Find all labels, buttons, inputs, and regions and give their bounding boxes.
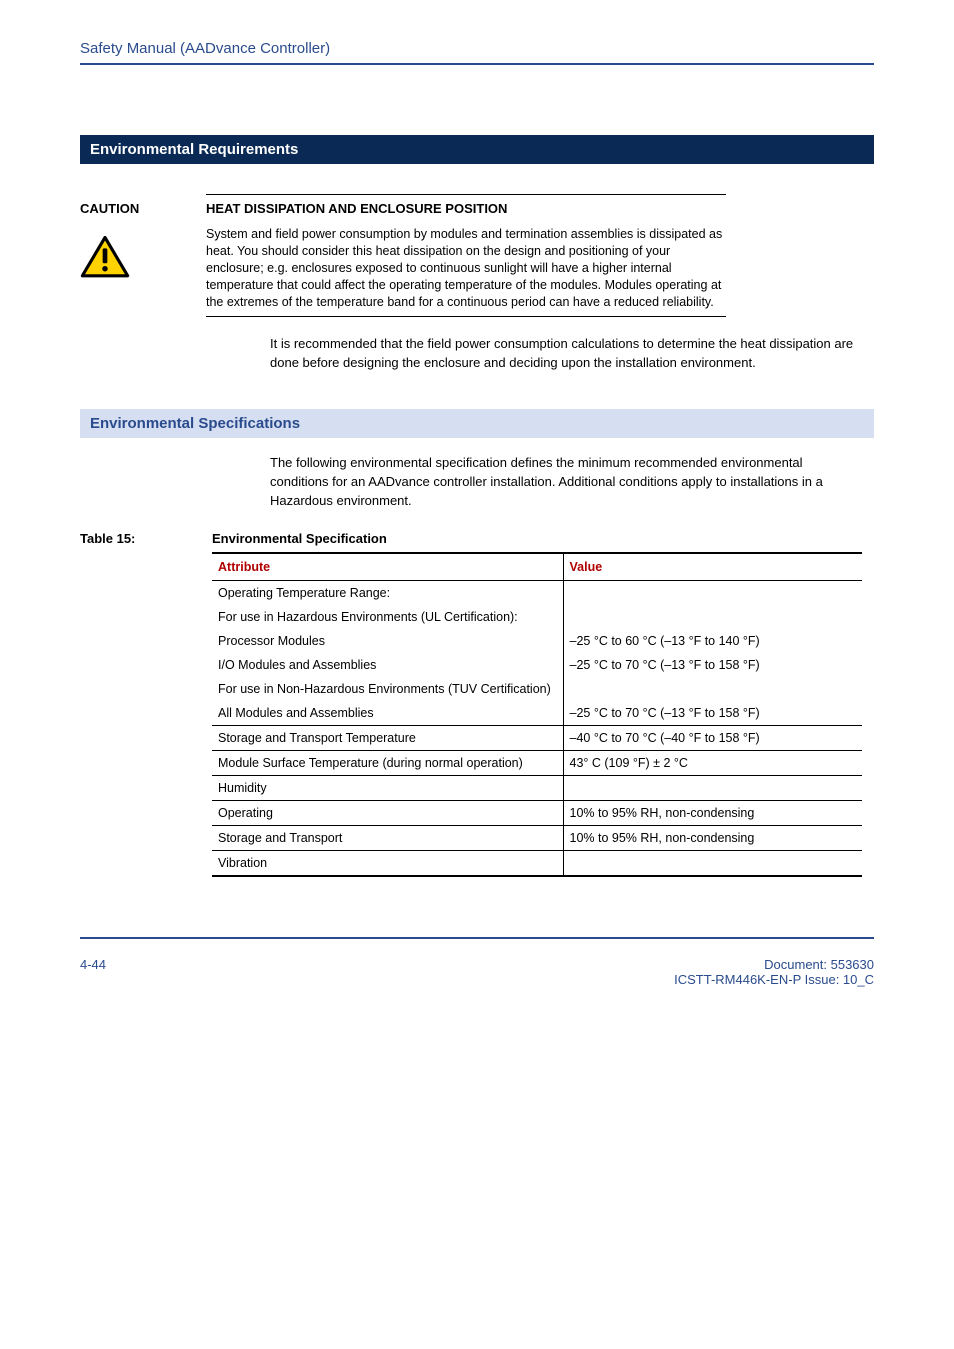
table-header-value: Value (563, 553, 862, 581)
table-row: All Modules and Assemblies–25 °C to 70 °… (212, 701, 862, 726)
section-heading-env-req: Environmental Requirements (80, 135, 874, 164)
table-row: Storage and Transport Temperature–40 °C … (212, 725, 862, 750)
table-row: I/O Modules and Assemblies–25 °C to 70 °… (212, 653, 862, 677)
table-cell-attribute: Storage and Transport (212, 825, 563, 850)
table-caption: Environmental Specification (212, 531, 387, 546)
table-cell-value (563, 775, 862, 800)
table-cell-value (563, 580, 862, 605)
table-row: For use in Hazardous Environments (UL Ce… (212, 605, 862, 629)
table-cell-value: 10% to 95% RH, non-condensing (563, 825, 862, 850)
table-cell-value: –25 °C to 70 °C (–13 °F to 158 °F) (563, 701, 862, 726)
caution-body-text: System and field power consumption by mo… (206, 226, 726, 310)
table-header-attribute: Attribute (212, 553, 563, 581)
caution-label: CAUTION (80, 201, 206, 216)
table-number-label: Table 15: (80, 531, 212, 546)
table-cell-value (563, 850, 862, 876)
table-row: Operating Temperature Range: (212, 580, 862, 605)
footer-page-number: 4-44 (80, 957, 106, 987)
table-cell-attribute: Operating (212, 800, 563, 825)
table-cell-value: –25 °C to 60 °C (–13 °F to 140 °F) (563, 629, 862, 653)
caution-bottom-rule (206, 316, 726, 317)
caution-triangle-icon (80, 234, 130, 280)
table-cell-value: 43° C (109 °F) ± 2 °C (563, 750, 862, 775)
table-cell-value (563, 677, 862, 701)
table-cell-attribute: Humidity (212, 775, 563, 800)
table-cell-attribute: Storage and Transport Temperature (212, 725, 563, 750)
table-cell-attribute: Vibration (212, 850, 563, 876)
table-cell-value: –25 °C to 70 °C (–13 °F to 158 °F) (563, 653, 862, 677)
caution-block: CAUTION HEAT DISSIPATION AND ENCLOSURE P… (80, 194, 874, 317)
table-cell-value: –40 °C to 70 °C (–40 °F to 158 °F) (563, 725, 862, 750)
table-cell-attribute: Operating Temperature Range: (212, 580, 563, 605)
section-heading-env-spec: Environmental Specifications (80, 409, 874, 438)
table-row: Operating10% to 95% RH, non-condensing (212, 800, 862, 825)
table-cell-attribute: For use in Hazardous Environments (UL Ce… (212, 605, 563, 629)
table-cell-attribute: All Modules and Assemblies (212, 701, 563, 726)
footer-issue: ICSTT-RM446K-EN-P Issue: 10_C (674, 972, 874, 987)
footer-document-id: Document: 553630 (674, 957, 874, 972)
header-rule (80, 63, 874, 65)
env-spec-intro: The following environmental specificatio… (270, 454, 860, 511)
table-cell-value: 10% to 95% RH, non-condensing (563, 800, 862, 825)
caution-top-rule (206, 194, 726, 195)
header-title: Safety Manual (AADvance Controller) (80, 40, 874, 57)
table-cell-attribute: Module Surface Temperature (during norma… (212, 750, 563, 775)
table-cell-attribute: For use in Non-Hazardous Environments (T… (212, 677, 563, 701)
table-row: For use in Non-Hazardous Environments (T… (212, 677, 862, 701)
table-row: Vibration (212, 850, 862, 876)
caution-heading: HEAT DISSIPATION AND ENCLOSURE POSITION (206, 201, 507, 216)
table-row: Module Surface Temperature (during norma… (212, 750, 862, 775)
table-row: Processor Modules–25 °C to 60 °C (–13 °F… (212, 629, 862, 653)
page-footer: 4-44 Document: 553630 ICSTT-RM446K-EN-P … (80, 957, 874, 987)
recommendation-paragraph: It is recommended that the field power c… (270, 335, 860, 373)
footer-rule (80, 937, 874, 939)
table-cell-attribute: Processor Modules (212, 629, 563, 653)
environmental-spec-table: Attribute Value Operating Temperature Ra… (212, 552, 862, 877)
table-row: Humidity (212, 775, 862, 800)
table-cell-value (563, 605, 862, 629)
table-cell-attribute: I/O Modules and Assemblies (212, 653, 563, 677)
table-row: Storage and Transport10% to 95% RH, non-… (212, 825, 862, 850)
